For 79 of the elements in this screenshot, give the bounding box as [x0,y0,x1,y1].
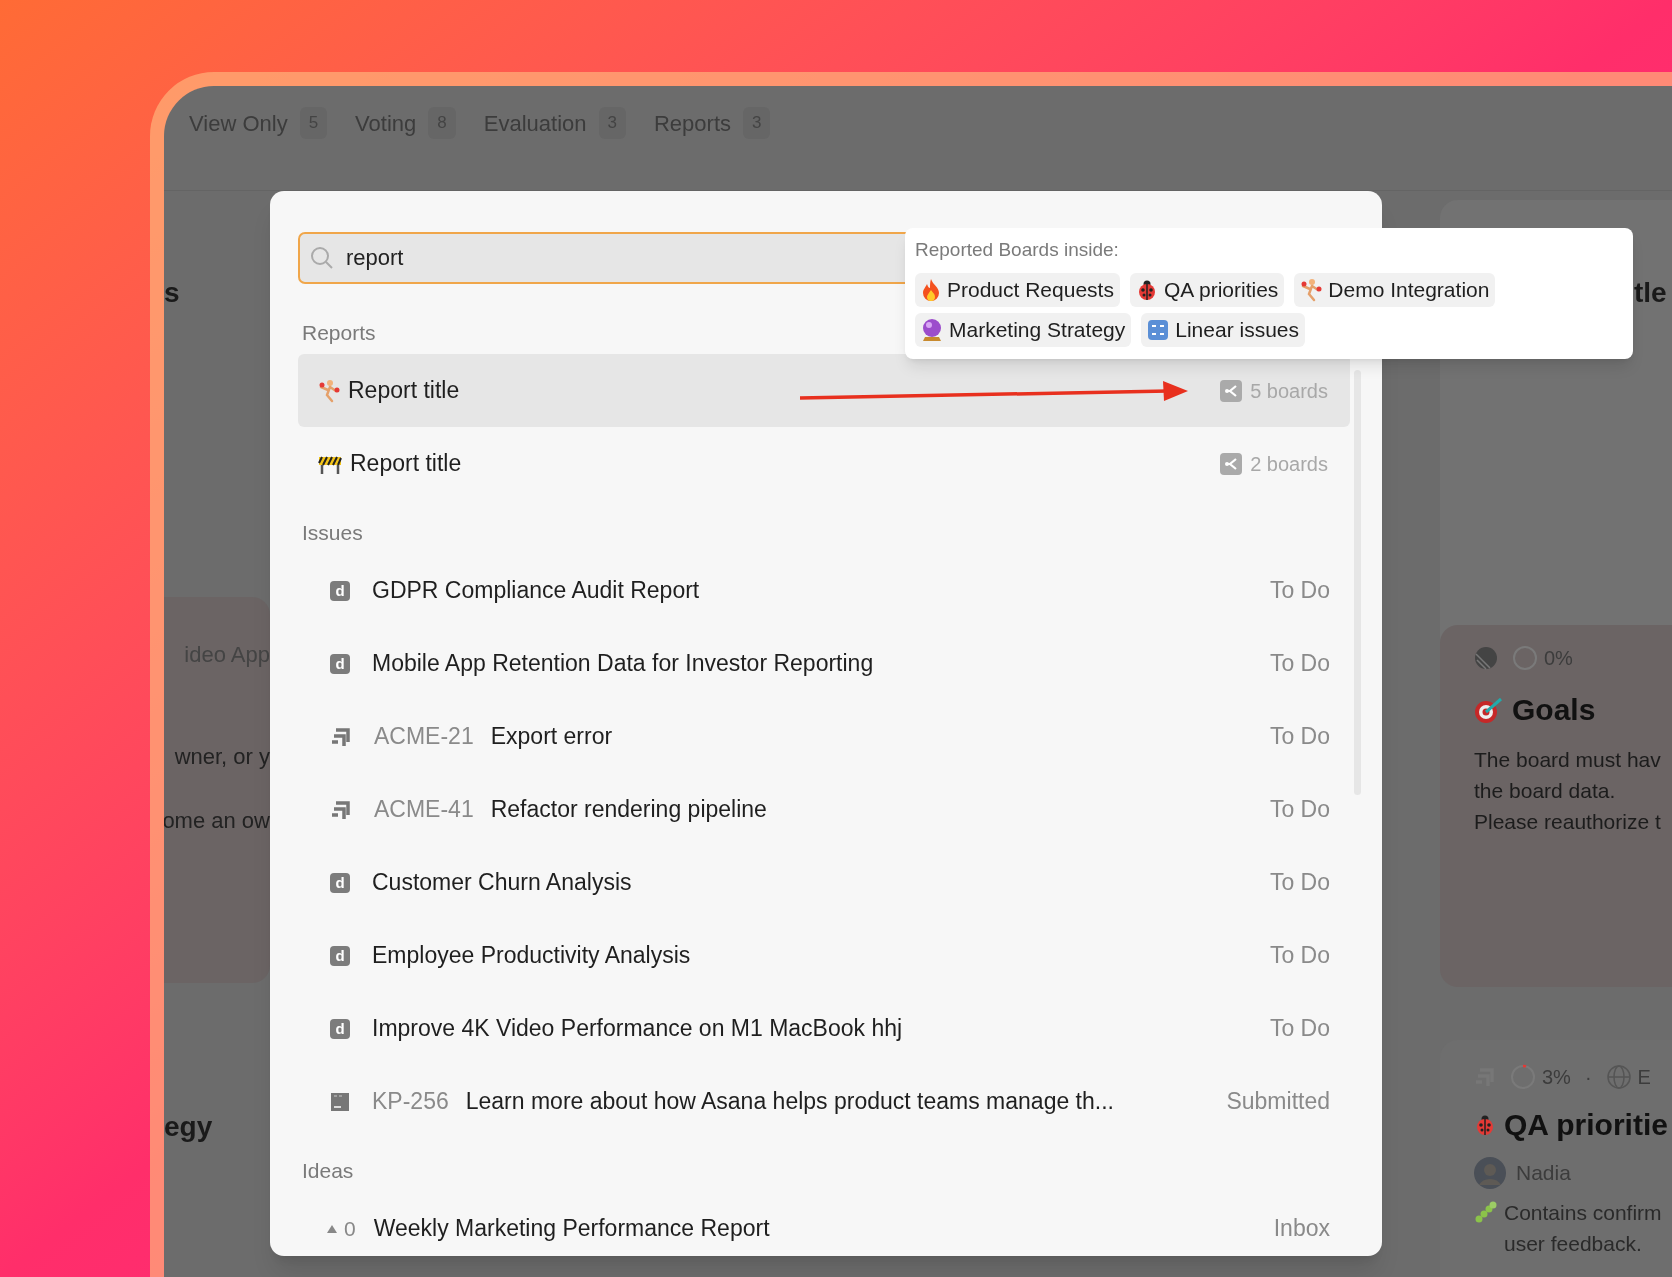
board-chip[interactable]: Linear issues [1141,312,1305,347]
board-chip[interactable]: Marketing Strategy [915,312,1132,347]
result-row[interactable]: d Mobile App Retention Data for Investor Reporting To Do [298,627,1350,700]
boards-icon [1220,379,1243,402]
figure-icon [318,378,340,403]
issue-title: Refactor rendering pipeline [490,795,768,825]
board-title: egy [164,1110,213,1144]
chevrons-icon [330,725,352,748]
report-title: Report title [348,376,460,406]
card-title: Goals [1512,692,1596,728]
status-text: To Do [1269,795,1330,825]
source-badge: d [330,945,350,966]
board-chip[interactable]: QA priorities [1129,272,1285,307]
result-row[interactable]: ACME-41 Refactor rendering pipeline To Do [298,773,1350,846]
result-row[interactable]: KP-256 Learn more about how Asana helps product teams manage th... Submitted [298,1065,1350,1138]
square-logo-icon [330,1091,350,1112]
board-count: 5 boards [1250,378,1328,404]
issue-title: Customer Churn Analysis [372,868,633,898]
issue-title: Mobile App Retention Data for Investor Reporting [372,649,875,679]
popover-title: Reported Boards inside: [915,238,1120,262]
status-text: To Do [1269,649,1330,679]
board-title: s [164,276,180,310]
issue-key: ACME-21 [374,719,474,754]
result-row[interactable]: Report title 2 boards [298,427,1350,500]
vote-count: 0 [344,1215,356,1242]
section-heading: Reports [302,319,376,346]
target-icon [1474,695,1504,724]
status-text: To Do [1269,1014,1330,1044]
status-text: To Do [1269,722,1330,752]
status-text: To Do [1269,868,1330,898]
issue-title: Export error [490,722,614,752]
ladybug-icon [1474,1113,1496,1136]
report-title: Report title [350,449,462,479]
status-text: To Do [1269,576,1330,606]
board-chip[interactable]: Product Requests [915,272,1120,307]
figure-icon [1300,277,1323,302]
result-row[interactable]: d Employee Productivity Analysis To Do [298,919,1350,992]
board-title: tle [1634,276,1667,310]
number-keys-icon [1147,318,1170,341]
result-row[interactable]: d GDPR Compliance Audit Report To Do [298,554,1350,627]
status-text: To Do [1269,941,1330,971]
flame-icon [921,277,941,302]
search-icon [309,245,335,271]
result-row[interactable]: d Improve 4K Video Performance on M1 MacBook hhj To Do [298,992,1350,1065]
card-text: wner, or y [174,743,270,771]
issue-key: KP-256 [372,1084,449,1119]
chevrons-icon [330,798,352,821]
status-text: Inbox [1273,1214,1330,1244]
source-badge: d [330,872,350,893]
card-text: ome an ow [164,807,270,835]
boards-icon [1220,452,1243,475]
striped-circle-icon [1474,646,1498,670]
separator-text: · [1584,1065,1592,1090]
source-badge: d [330,580,350,601]
card-title: QA prioritie [1504,1107,1668,1143]
status-text: Submitted [1226,1087,1330,1117]
progress-ring-icon [1510,1064,1536,1090]
crystal-ball-icon [921,317,943,342]
avatar-icon [1474,1157,1506,1189]
issue-title: Improve 4K Video Performance on M1 MacBook hhj [372,1014,904,1044]
result-row[interactable]: d Customer Churn Analysis To Do [298,846,1350,919]
board-chip[interactable]: Demo Integration [1294,272,1496,307]
board-count: 2 boards [1250,451,1328,477]
card-text: Contains confirm user feedback. [1504,1200,1662,1257]
result-row[interactable]: 0 Weekly Marketing Performance Report Inbox [298,1192,1350,1256]
globe-icon [1605,1064,1632,1090]
section-heading: Ideas [302,1157,354,1184]
result-row[interactable]: ACME-21 Export error To Do [298,700,1350,773]
issue-title: GDPR Compliance Audit Report [372,576,701,606]
issue-title: Employee Productivity Analysis [372,941,692,971]
source-badge: d [330,1018,350,1039]
source-badge: d [330,653,350,674]
result-row[interactable]: Report title 5 boards [298,354,1350,427]
card-text: The board must hav the board data. Please reauthorize t [1474,747,1662,835]
idea-title: Weekly Marketing Performance Report [373,1214,771,1244]
issue-key: ACME-41 [374,792,474,827]
section-heading: Issues [302,519,363,546]
issue-title: Learn more about how Asana helps product teams manage th... [465,1087,1115,1117]
caterpillar-icon [1474,1200,1498,1224]
